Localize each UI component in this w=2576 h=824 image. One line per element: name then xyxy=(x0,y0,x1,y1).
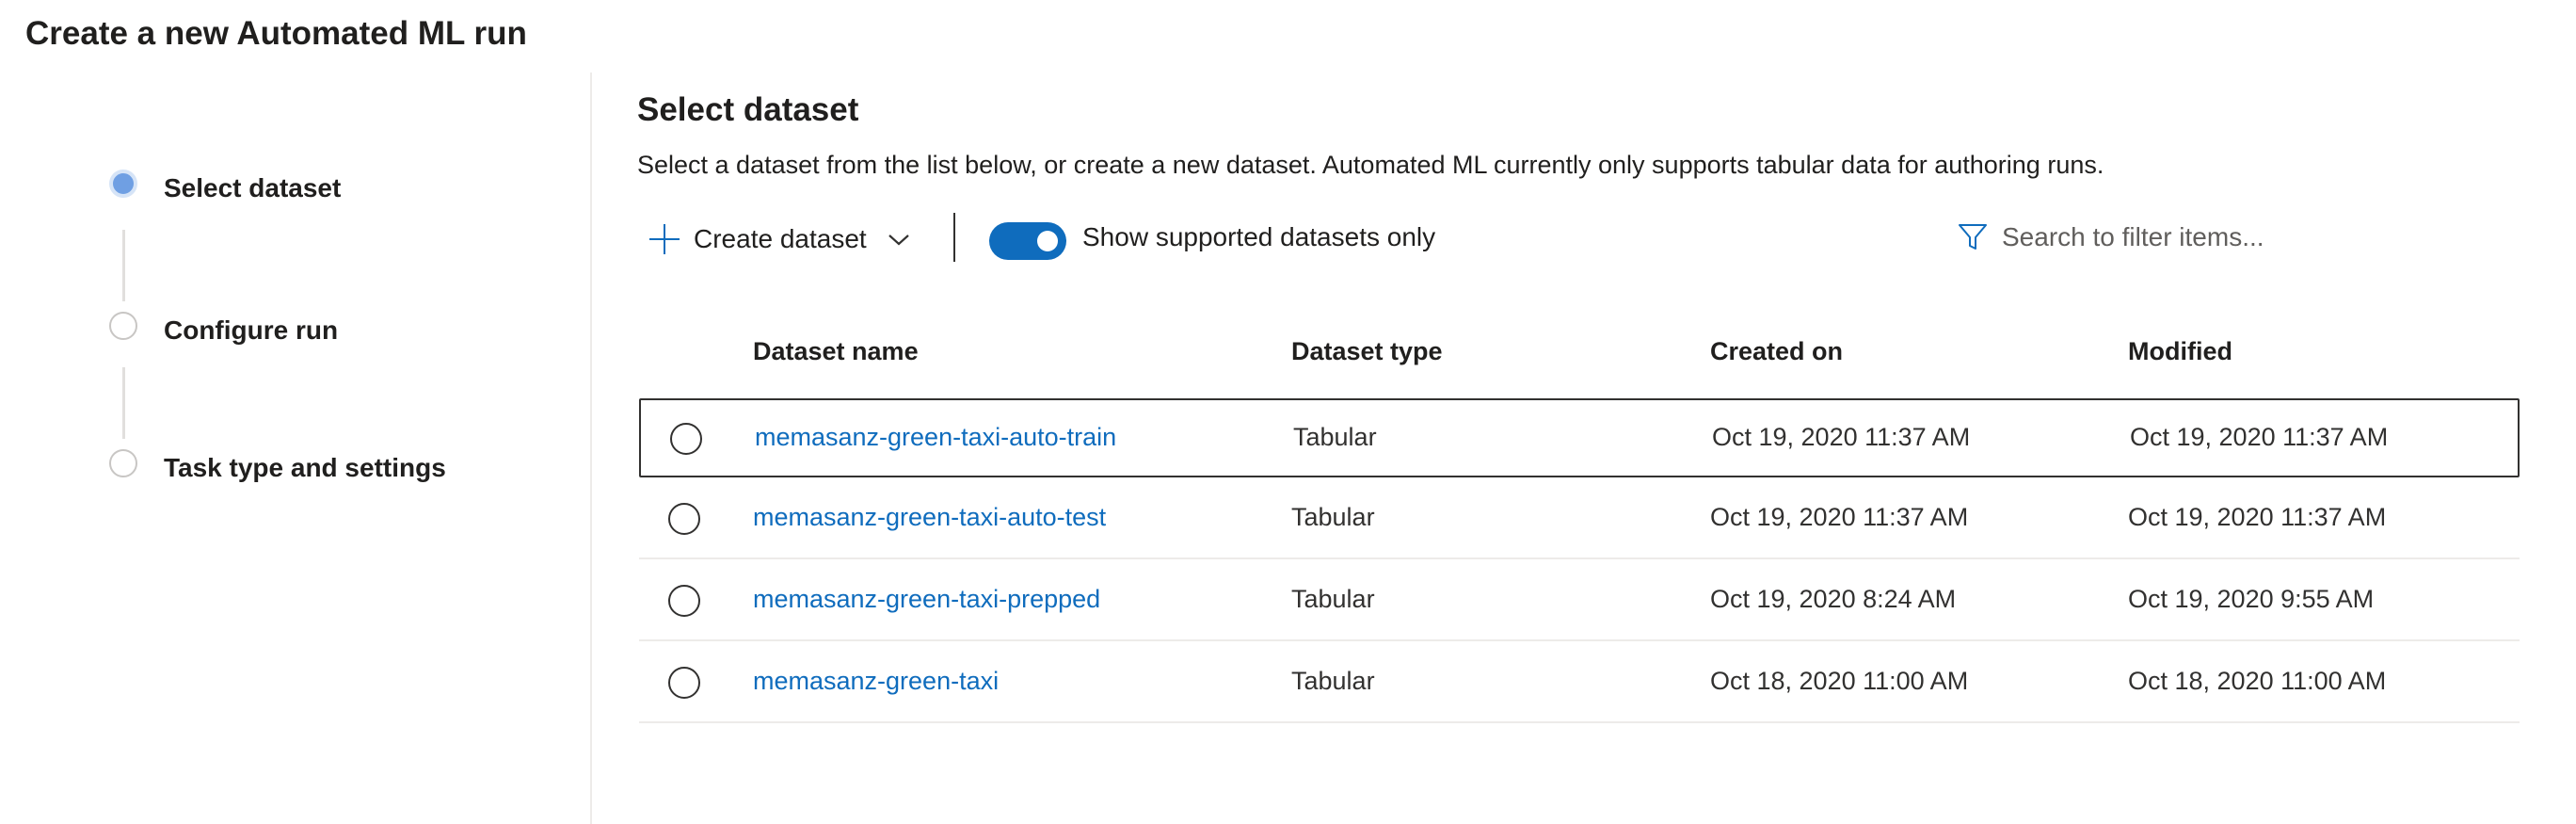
dataset-name-link[interactable]: memasanz-green-taxi xyxy=(753,667,999,696)
modified: Oct 19, 2020 11:37 AM xyxy=(2128,503,2387,531)
toggle-label: Show supported datasets only xyxy=(1082,222,1436,251)
table-row[interactable]: memasanz-green-taxi Tabular Oct 18, 2020… xyxy=(639,644,2520,723)
supported-datasets-toggle[interactable] xyxy=(989,222,1066,260)
dataset-type: Tabular xyxy=(1291,585,1375,613)
table-row[interactable]: memasanz-green-taxi-auto-test Tabular Oc… xyxy=(639,480,2520,559)
created-on: Oct 19, 2020 11:37 AM xyxy=(1710,503,1969,531)
created-on: Oct 19, 2020 8:24 AM xyxy=(1710,585,1957,613)
column-header-created-on[interactable]: Created on xyxy=(1710,337,1843,366)
filter-placeholder: Search to filter items... xyxy=(2002,222,2264,251)
dataset-type: Tabular xyxy=(1293,423,1377,451)
step-label: Configure run xyxy=(164,315,339,345)
dataset-name-link[interactable]: memasanz-green-taxi-auto-test xyxy=(753,503,1106,532)
modified: Oct 18, 2020 11:00 AM xyxy=(2128,667,2387,695)
row-select-radio[interactable] xyxy=(670,423,702,455)
step-connector xyxy=(122,367,125,439)
dataset-type: Tabular xyxy=(1291,503,1375,531)
step-connector xyxy=(122,230,125,301)
dataset-type: Tabular xyxy=(1291,667,1375,695)
step-label: Task type and settings xyxy=(164,453,446,482)
filter-search-input[interactable]: Search to filter items... xyxy=(1957,217,2264,258)
section-description: Select a dataset from the list below, or… xyxy=(637,151,2104,179)
row-select-radio[interactable] xyxy=(668,503,700,535)
row-select-radio[interactable] xyxy=(668,585,700,617)
column-header-dataset-name[interactable]: Dataset name xyxy=(753,337,919,366)
step-pending-indicator xyxy=(109,449,137,477)
chevron-down-icon xyxy=(888,234,909,246)
row-select-radio[interactable] xyxy=(668,667,700,699)
toolbar-separator xyxy=(953,213,955,262)
create-dataset-label: Create dataset xyxy=(694,224,867,253)
toggle-knob xyxy=(1037,231,1058,251)
table-row[interactable]: memasanz-green-taxi-prepped Tabular Oct … xyxy=(639,562,2520,641)
section-title: Select dataset xyxy=(637,91,859,128)
created-on: Oct 18, 2020 11:00 AM xyxy=(1710,667,1969,695)
modified: Oct 19, 2020 11:37 AM xyxy=(2130,423,2389,451)
plus-icon xyxy=(648,223,680,255)
dataset-name-link[interactable]: memasanz-green-taxi-prepped xyxy=(753,585,1100,614)
created-on: Oct 19, 2020 11:37 AM xyxy=(1712,423,1971,451)
page-title: Create a new Automated ML run xyxy=(25,15,527,52)
modified: Oct 19, 2020 9:55 AM xyxy=(2128,585,2375,613)
table-header: Dataset name Dataset type Created on Mod… xyxy=(639,328,2521,375)
toolbar: Create dataset Show supported datasets o… xyxy=(637,209,2520,269)
step-active-indicator xyxy=(109,170,137,198)
create-dataset-button[interactable]: Create dataset xyxy=(648,209,912,269)
step-pending-indicator xyxy=(109,312,137,340)
column-header-dataset-type[interactable]: Dataset type xyxy=(1291,337,1443,366)
dataset-name-link[interactable]: memasanz-green-taxi-auto-train xyxy=(755,423,1116,452)
vertical-divider xyxy=(590,73,592,824)
column-header-modified[interactable]: Modified xyxy=(2128,337,2232,366)
filter-icon xyxy=(1959,224,1987,250)
table-row[interactable]: memasanz-green-taxi-auto-train Tabular O… xyxy=(639,398,2520,477)
step-label: Select dataset xyxy=(164,173,342,202)
